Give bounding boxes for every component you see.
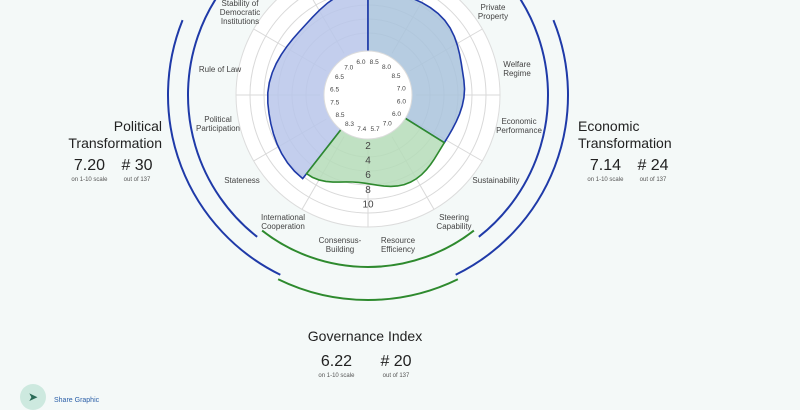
economic-title-line2: Transformation	[578, 135, 672, 151]
scale-label: 4	[365, 156, 371, 167]
political-rank-note: out of 137	[123, 177, 151, 183]
dimension-label: International Cooperation	[261, 213, 305, 231]
inner-value-label: 8.5	[335, 112, 344, 119]
scale-label: 2	[365, 141, 371, 152]
dimension-label: Welfare Regime	[503, 60, 531, 78]
governance-score: 6.22	[320, 353, 352, 370]
dimension-label: Private Property	[478, 3, 508, 21]
inner-value-label: 7.0	[344, 64, 353, 71]
governance-title: Governance Index	[307, 328, 423, 344]
dimension-label: Sustainability	[472, 176, 519, 185]
dimension-label: Resource Efficiency	[381, 236, 416, 254]
scale-label: 6	[365, 170, 371, 181]
governance-rank: # 20	[380, 353, 412, 370]
political-rank: # 30	[121, 157, 153, 174]
inner-value-label: 8.5	[370, 59, 379, 66]
inner-value-label: 7.5	[330, 100, 339, 107]
economic-panel: Economic Transformation 7.14 on 1-10 sca…	[578, 118, 678, 185]
economic-title-line1: Economic	[578, 118, 640, 134]
economic-rank: # 24	[637, 157, 669, 174]
governance-arc-outer	[277, 278, 459, 301]
inner-value-label: 6.0	[392, 111, 401, 118]
political-title: Political Transformation	[62, 118, 162, 152]
inner-value-label: 5.7	[371, 126, 380, 133]
share-label: Share Graphic	[54, 396, 100, 404]
economic-title: Economic Transformation	[578, 118, 678, 152]
share-icon: ➤	[20, 384, 46, 410]
inner-value-label: 6.0	[397, 99, 406, 106]
center-hole	[323, 50, 413, 140]
inner-value-label: 8.0	[382, 64, 391, 71]
governance-panel: Governance Index 6.22 on 1-10 scale # 20…	[300, 328, 430, 381]
economic-score-note: on 1-10 scale	[587, 177, 624, 183]
political-title-line1: Political	[113, 118, 162, 134]
dimension-label: Rule of Law	[199, 65, 241, 74]
dimension-label: Political Participation	[196, 115, 240, 133]
inner-value-label: 6.5	[330, 86, 339, 93]
inner-value-label: 8.3	[345, 121, 354, 128]
inner-value-label: 7.0	[383, 121, 392, 128]
political-title-line2: Transformation	[68, 135, 162, 151]
scale-label: 10	[362, 199, 374, 210]
political-panel: Political Transformation 7.20 on 1-10 sc…	[62, 118, 162, 185]
governance-arc-inner	[261, 229, 475, 268]
scale-label: 8	[365, 185, 371, 196]
share-graphic-button[interactable]: ➤ Share Graphic	[20, 384, 99, 410]
inner-value-label: 7.4	[357, 126, 366, 133]
dimension-label: Consensus-Building	[319, 236, 362, 254]
dimension-label: Stability of Democratic Institutions	[220, 0, 260, 26]
inner-value-label: 6.0	[356, 59, 365, 66]
inner-value-label: 7.0	[397, 85, 406, 92]
governance-score-note: on 1-10 scale	[318, 373, 355, 379]
dimension-label: Economic Performance	[496, 117, 542, 135]
economic-rank-note: out of 137	[639, 177, 667, 183]
dimension-label: Steering Capability	[436, 213, 471, 231]
inner-value-label: 6.5	[335, 74, 344, 81]
inner-value-label: 8.5	[391, 73, 400, 80]
economic-score: 7.14	[589, 157, 621, 174]
governance-rank-note: out of 137	[382, 373, 410, 379]
political-score: 7.20	[73, 157, 105, 174]
political-score-note: on 1-10 scale	[71, 177, 108, 183]
dimension-label: Stateness	[224, 176, 260, 185]
